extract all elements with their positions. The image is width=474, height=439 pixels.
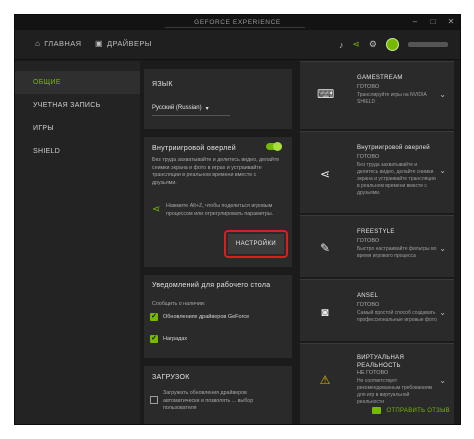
feature-description: Самый простой способ создавать профессио… [357, 310, 437, 323]
sidebar-item-shield[interactable]: SHIELD [15, 140, 140, 163]
feature-description: Транслируйте игры на NVIDIA SHIELD [357, 92, 427, 105]
overlay-title: Внутриигровой оверлей [152, 145, 236, 152]
feature-name: GAMESTREAM [357, 75, 403, 81]
language-panel: ЯЗЫК Русский (Russian) ▾ [144, 69, 292, 129]
feature-status: ГОТОВО [357, 238, 380, 244]
auto-download-label: Загружать обновления драйверов автоматич… [163, 390, 254, 411]
title-bar: GEFORCE EXPERIENCE – □ ✕ [15, 15, 460, 30]
rewards-label: Наградах [163, 336, 188, 342]
nav-drivers-label: ДРАЙВЕРЫ [106, 39, 152, 48]
close-icon[interactable]: ✕ [446, 17, 456, 26]
top-nav-bar: ⌂ ГЛАВНАЯ ▣ ДРАЙВЕРЫ ♪ ⋖ ⚙ [15, 30, 460, 60]
nav-home-label: ГЛАВНАЯ [44, 39, 82, 48]
notification-bell-icon[interactable]: ♪ [339, 40, 344, 50]
feature-status: ГОТОВО [357, 84, 380, 90]
features-column: ⌨ GAMESTREAM ГОТОВО Транслируйте игры на… [300, 61, 454, 424]
sidebar-item-games[interactable]: ИГРЫ [15, 117, 140, 140]
sidebar-item-account[interactable]: УЧЕТНАЯ ЗАПИСЬ [15, 94, 140, 117]
share-icon[interactable]: ⋖ [352, 39, 360, 50]
avatar[interactable] [386, 38, 399, 51]
sidebar-item-general[interactable]: ОБЩИЕ [15, 71, 140, 94]
send-feedback-button[interactable]: ОТПРАВИТЬ ОТЗЫВ [372, 407, 450, 414]
chat-bubble-icon [372, 407, 382, 414]
notifications-panel: Уведомлений для рабочего стола Сообщить … [144, 275, 292, 358]
chevron-down-icon[interactable]: ⌄ [439, 166, 446, 175]
drivers-icon: ▣ [95, 39, 103, 48]
feature-name: Внутриигровой оверлей [357, 145, 430, 151]
driver-updates-checkbox[interactable]: ✓ [150, 313, 158, 321]
language-selected: Русский (Russian) [152, 105, 202, 111]
downloads-title: ЗАГРУЗОК [152, 374, 190, 381]
title-accent-line [165, 27, 305, 28]
gamepad-icon: ⌨ [317, 87, 335, 101]
language-select[interactable]: Русский (Russian) ▾ [152, 105, 209, 112]
auto-download-checkbox[interactable] [150, 396, 158, 404]
driver-updates-label: Обновлениях драйверов GeForce [163, 314, 250, 320]
home-icon: ⌂ [35, 39, 41, 48]
feature-status: НЕ ГОТОВО [357, 370, 389, 376]
feature-card-freestyle[interactable]: ✎ FREESTYLE ГОТОВО Быстро настраивайте ф… [300, 215, 454, 277]
feature-name: FREESTYLE [357, 229, 395, 235]
top-right-icons: ♪ ⋖ ⚙ [339, 38, 448, 51]
feature-description: Быстро настраивайте фильтры во время игр… [357, 246, 437, 259]
geforce-window: GEFORCE EXPERIENCE – □ ✕ ⌂ ГЛАВНАЯ ▣ ДРА… [14, 14, 461, 425]
select-underline [152, 115, 230, 116]
notifications-title: Уведомлений для рабочего стола [152, 282, 271, 289]
overlay-toggle[interactable] [266, 142, 282, 151]
chevron-down-icon[interactable]: ⌄ [439, 308, 446, 317]
camera-icon: ◙ [321, 305, 329, 319]
window-controls: – □ ✕ [410, 17, 456, 26]
language-title: ЯЗЫК [152, 81, 173, 88]
chevron-down-icon: ▾ [205, 106, 209, 112]
edit-icon: ✎ [319, 241, 331, 255]
overlay-description: Без труда захватывайте и делитесь видео,… [152, 157, 280, 186]
chevron-down-icon[interactable]: ⌄ [439, 90, 446, 99]
feature-card-overlay[interactable]: ⋖ Внутриигровой оверлей ГОТОВО Без труда… [300, 131, 454, 213]
feature-description: Без труда захватывайте и делитесь видео,… [357, 162, 436, 196]
app-title: GEFORCE EXPERIENCE [194, 19, 281, 26]
feedback-label: ОТПРАВИТЬ ОТЗЫВ [386, 407, 450, 414]
chevron-down-icon[interactable]: ⌄ [439, 244, 446, 253]
minimize-icon[interactable]: – [410, 17, 420, 26]
feature-name: ВИРТУАЛЬНАЯ РЕАЛЬНОСТЬ [357, 355, 405, 369]
warning-icon: ⚠ [319, 373, 331, 387]
share-icon: ⋖ [152, 204, 161, 215]
share-icon: ⋖ [319, 167, 331, 181]
notifications-subtitle: Сообщить о наличии: [152, 301, 206, 307]
feature-description: Не соответствует рекомендованным требова… [357, 378, 433, 405]
nav-drivers[interactable]: ▣ ДРАЙВЕРЫ [95, 39, 152, 48]
feature-status: ГОТОВО [357, 154, 380, 160]
overlay-hint: Нажмите Alt+Z, чтобы поделиться игровым … [166, 203, 274, 217]
username-redacted [408, 42, 448, 47]
overlay-panel: Внутриигровой оверлей Без труда захватыв… [144, 137, 292, 267]
nav-home[interactable]: ⌂ ГЛАВНАЯ [35, 39, 81, 48]
feature-card-ansel[interactable]: ◙ ANSEL ГОТОВО Самый простой способ созд… [300, 279, 454, 341]
maximize-icon[interactable]: □ [428, 17, 438, 26]
feature-name: ANSEL [357, 293, 379, 299]
downloads-panel: ЗАГРУЗОК Загружать обновления драйверов … [144, 366, 292, 424]
feature-status: ГОТОВО [357, 302, 380, 308]
feature-card-gamestream[interactable]: ⌨ GAMESTREAM ГОТОВО Транслируйте игры на… [300, 61, 454, 129]
overlay-settings-button[interactable]: НАСТРОЙКИ [228, 234, 284, 254]
chevron-down-icon[interactable]: ⌄ [439, 376, 446, 385]
gear-icon[interactable]: ⚙ [369, 39, 377, 50]
sidebar: ОБЩИЕ УЧЕТНАЯ ЗАПИСЬ ИГРЫ SHIELD [15, 61, 140, 424]
rewards-checkbox[interactable]: ✓ [150, 335, 158, 343]
